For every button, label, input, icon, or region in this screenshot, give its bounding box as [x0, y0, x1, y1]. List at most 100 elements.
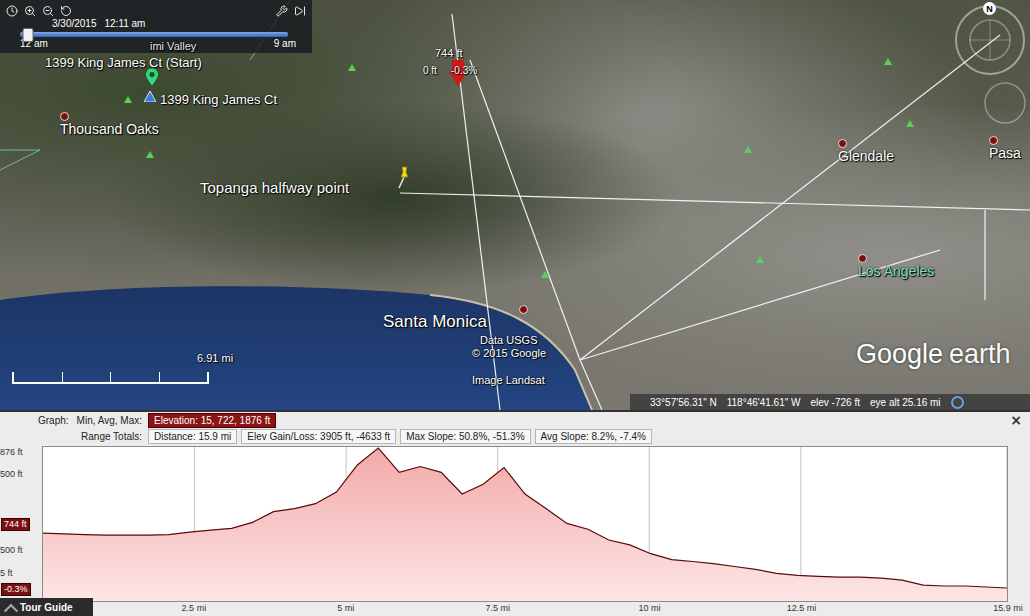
- elevation-line: [43, 448, 1007, 588]
- start-placemark-label[interactable]: 1399 King James Ct (Start): [45, 55, 202, 71]
- skip-forward-icon[interactable]: [294, 5, 306, 17]
- attribution-text: Image Landsat: [472, 374, 545, 387]
- pushpin-icon[interactable]: [394, 165, 414, 189]
- attribution-data: Data USGS: [480, 334, 537, 347]
- x-tick: 10 mi: [639, 603, 661, 613]
- elevation-stats[interactable]: Elevation: 15, 722, 1876 ft: [148, 413, 276, 428]
- plot-area[interactable]: [42, 446, 1008, 602]
- cursor-slope: -0.3%: [451, 65, 477, 77]
- plot-row: 876 ft500 ft500 ft5 ft744 ft-0.3%: [0, 446, 1030, 602]
- map-place[interactable]: Thousand Oaks: [60, 112, 159, 138]
- elevation-area: [43, 448, 1007, 601]
- refresh-icon[interactable]: [60, 5, 72, 17]
- cursor-elevation-marker: 744 ft: [1, 518, 30, 531]
- scale-text: 6.91 mi: [197, 352, 233, 365]
- cursor-height-text: 0 ft: [423, 65, 437, 77]
- peak-icon: [146, 151, 154, 158]
- map-pin-icon[interactable]: [144, 67, 160, 87]
- city-dot-icon: [838, 139, 847, 148]
- place-label: Santa Monica: [383, 312, 487, 332]
- peak-icon: [906, 120, 914, 127]
- zoom-in-icon[interactable]: [24, 5, 36, 17]
- placemark-label: 1399 King James Ct (Start): [45, 55, 202, 71]
- stats-label: Min, Avg, Max:: [77, 415, 142, 426]
- city-dot-icon: [989, 136, 998, 145]
- peak-icon: [348, 64, 356, 71]
- start-point[interactable]: [144, 88, 156, 106]
- attribution-text: © 2015 Google: [472, 347, 546, 360]
- status-eye-altitude: eye alt 25.16 mi: [870, 397, 941, 408]
- x-tick: 7.5 mi: [485, 603, 510, 613]
- compass-icon[interactable]: [956, 6, 1025, 123]
- clock-icon[interactable]: [6, 5, 18, 17]
- place-label: Pasa: [989, 145, 1021, 162]
- x-axis: 2.5 mi5 mi7.5 mi10 mi12.5 mi15.9 mi: [42, 603, 1008, 616]
- graph-stats-row: Graph:Min, Avg, Max:Elevation: 15, 722, …: [0, 412, 1030, 428]
- x-tick: 12.5 mi: [787, 603, 817, 613]
- place-label: imi Valley: [150, 40, 196, 53]
- place-label: Thousand Oaks: [60, 121, 159, 138]
- cursor-elevation-text: 744 ft: [435, 47, 463, 60]
- totals-label: Range Totals:: [81, 431, 142, 442]
- logo-brand: Google: [856, 339, 943, 370]
- elevation-chart[interactable]: [43, 447, 1007, 601]
- slider-date: 3/30/2015 12:11 am: [52, 18, 306, 30]
- placemark-label: Topanga halfway point: [200, 179, 349, 197]
- toolbar-row: [6, 3, 306, 18]
- cursor-slope-marker: -0.3%: [1, 583, 31, 596]
- plot-margin: [1008, 446, 1030, 602]
- halfway-label[interactable]: Topanga halfway point: [200, 179, 349, 197]
- time-text: 12:11 am: [105, 18, 146, 30]
- city-dot-icon: [519, 305, 528, 314]
- cursor-elevation: 744 ft: [435, 47, 463, 60]
- city-dot-icon: [60, 112, 69, 121]
- start-address-label[interactable]: 1399 King James Ct: [160, 92, 277, 108]
- expand-icon: [4, 603, 18, 616]
- compass-north[interactable]: N: [983, 2, 996, 15]
- grid-line: [1007, 447, 1008, 601]
- map-place[interactable]: Santa Monica: [383, 312, 487, 332]
- close-button[interactable]: ×: [1006, 414, 1026, 427]
- y-axis: 876 ft500 ft500 ft5 ft744 ft-0.3%: [0, 446, 42, 602]
- status-elevation: elev -726 ft: [811, 397, 860, 408]
- peak-icon: [756, 256, 764, 263]
- north-badge[interactable]: N: [983, 2, 996, 15]
- map-place[interactable]: imi Valley: [150, 40, 196, 53]
- status-bar: 33°57'56.31" N118°46'41.61" Welev -726 f…: [630, 394, 1030, 410]
- x-tick: 2.5 mi: [182, 603, 207, 613]
- logo: Googleearth: [856, 339, 1011, 370]
- place-label: Glendale: [838, 148, 894, 165]
- start-triangle-icon: [144, 91, 156, 102]
- wrench-icon[interactable]: [276, 5, 288, 17]
- map-place[interactable]: Pasa: [989, 136, 1021, 162]
- scale-bar: [12, 372, 209, 384]
- status-ring-icon: [951, 396, 964, 409]
- start-pin[interactable]: [144, 67, 160, 91]
- x-tick: 15.9 mi: [993, 603, 1023, 613]
- peak-icon: [744, 146, 752, 153]
- total-box: Distance: 15.9 mi: [148, 429, 237, 444]
- time-thumb[interactable]: [23, 28, 34, 42]
- peak-icon: [884, 58, 892, 65]
- city-dot: [519, 305, 528, 314]
- place-label: Los Angeles: [858, 263, 934, 280]
- toolbar-group: [276, 5, 306, 17]
- placemark-label: 1399 King James Ct: [160, 92, 277, 108]
- time-track[interactable]: [20, 32, 288, 37]
- map-view[interactable]: 3/30/201512:11 am12 am9 amimi ValleyThou…: [0, 0, 1030, 410]
- route-line: [580, 35, 1000, 360]
- tour-guide-tab[interactable]: Tour Guide: [0, 598, 93, 616]
- halfway-pin[interactable]: [394, 165, 414, 193]
- zoom-out-icon[interactable]: [42, 5, 54, 17]
- toolbar-group: [6, 5, 72, 17]
- peak-icon: [541, 271, 549, 278]
- map-place[interactable]: Glendale: [838, 139, 894, 165]
- logo-product: earth: [949, 339, 1011, 370]
- y-tick: 500 ft: [0, 469, 23, 479]
- status-longitude: 118°46'41.61" W: [727, 397, 801, 408]
- scale-segment: [111, 372, 160, 382]
- peak-icon: [124, 96, 132, 103]
- x-tick: 5 mi: [337, 603, 354, 613]
- date-text: 3/30/2015: [52, 18, 97, 30]
- map-place[interactable]: Los Angeles: [858, 254, 934, 280]
